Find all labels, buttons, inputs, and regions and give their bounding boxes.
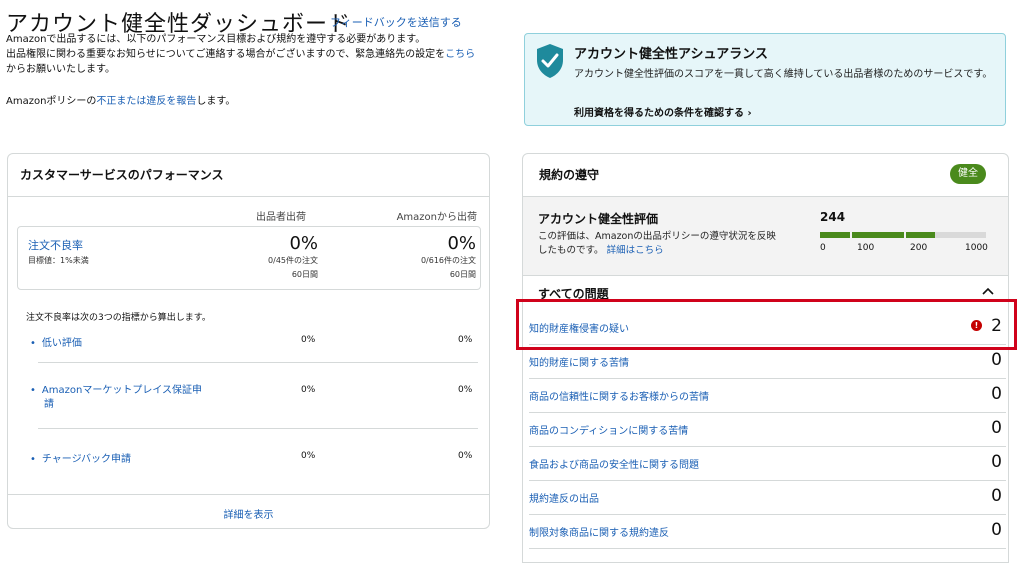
metric-label-line-2: 請 xyxy=(44,399,54,410)
assurance-panel: アカウント健全性アシュアランス アカウント健全性評価のスコアを一貫して高く維持し… xyxy=(524,33,1006,126)
issue-label[interactable]: 知的財産に関する苦情 xyxy=(529,354,629,369)
odr-seller-pct: 0% xyxy=(289,233,318,254)
shield-check-icon xyxy=(537,44,563,78)
odr-link[interactable]: 注文不良率 xyxy=(28,237,83,253)
bar-segment xyxy=(934,232,986,238)
bullet-icon: • xyxy=(30,385,36,396)
odr-seller-block: 0% 0/45件の注文 60日間 xyxy=(218,233,318,282)
issue-count: 0 xyxy=(991,486,1002,506)
bar-segment xyxy=(906,232,932,238)
metric-seller-value: 0% xyxy=(301,335,316,345)
metric-label: チャージバック申請 xyxy=(41,454,132,465)
tick-label: 100 xyxy=(857,243,875,253)
metric-amazon-value: 0% xyxy=(458,385,473,395)
divider xyxy=(38,362,478,363)
issue-label[interactable]: 食品および商品の安全性に関する問題 xyxy=(529,456,699,471)
policy-prefix: Amazonポリシーの xyxy=(6,96,97,107)
metric-label: 低い評価 xyxy=(41,338,82,349)
odr-amazon-block: 0% 0/616件の注文 60日間 xyxy=(376,233,476,282)
eligibility-link[interactable]: 利用資格を得るための条件を確認する › xyxy=(574,104,752,119)
customer-service-card: カスタマーサービスのパフォーマンス 出品者出荷 Amazonから出荷 注文不良率… xyxy=(7,153,490,529)
compliance-card: 規約の遵守 健全 アカウント健全性評価 この評価は、Amazonの出品ポリシーの… xyxy=(522,153,1009,563)
odr-seller-period: 60日間 xyxy=(291,270,318,279)
intro-line-3: からお願いいたします。 xyxy=(6,64,115,75)
eligibility-link-label: 利用資格を得るための条件を確認する xyxy=(574,108,744,119)
odr-amazon-orders: 0/616件の注文 xyxy=(420,256,476,265)
ahr-score-bar xyxy=(820,232,986,238)
issue-count: 0 xyxy=(991,418,1002,438)
chevron-up-icon[interactable] xyxy=(982,287,994,295)
odr-formula-text: 注文不良率は次の3つの指標から算出します。 xyxy=(26,313,211,323)
issue-row[interactable]: 食品および商品の安全性に関する問題 0 xyxy=(529,446,1006,481)
odr-amazon-period: 60日間 xyxy=(449,270,476,279)
ahr-desc-line-2: したものです。 xyxy=(538,245,604,256)
report-violation-link[interactable]: 不正または違反を報告 xyxy=(96,96,196,107)
ahr-desc-line-1: この評価は、Amazonの出品ポリシーの遵守状況を反映 xyxy=(538,231,776,242)
emergency-contact-link[interactable]: こちら xyxy=(445,49,475,60)
issue-count: 0 xyxy=(991,384,1002,404)
divider xyxy=(8,494,489,495)
view-details-link[interactable]: 詳細を表示 xyxy=(224,510,274,521)
metric-amazon-value: 0% xyxy=(458,335,473,345)
divider xyxy=(38,428,478,429)
ahr-details-link[interactable]: 詳細はこちら xyxy=(607,245,664,256)
odr-amazon-pct: 0% xyxy=(447,233,476,254)
ahr-description: この評価は、Amazonの出品ポリシーの遵守状況を反映 したものです。 詳細はこ… xyxy=(538,230,798,258)
policy-suffix: します。 xyxy=(196,96,236,107)
intro-line-2-text: 出品権限に関わる重要なお知らせについてご連絡する場合がございますので、緊急連絡先… xyxy=(6,49,446,60)
issue-label[interactable]: 制限対象商品に関する規約違反 xyxy=(529,524,669,539)
view-details-row: 詳細を表示 xyxy=(8,506,489,521)
metric-label-line-1: Amazonマーケットプレイス保証申 xyxy=(41,385,203,396)
odr-box: 注文不良率 目標値：1%未満 0% 0/45件の注文 60日間 0% 0/616… xyxy=(17,226,481,290)
issue-label[interactable]: 商品のコンディションに関する苦情 xyxy=(529,422,688,437)
account-health-rating-box: アカウント健全性評価 この評価は、Amazonの出品ポリシーの遵守状況を反映 し… xyxy=(523,196,1008,276)
issue-row[interactable]: 規約違反の出品 0 xyxy=(529,480,1006,515)
issue-row[interactable]: 制限対象商品に関する規約違反 0 xyxy=(529,514,1006,549)
assurance-description: アカウント健全性評価のスコアを一貫して高く維持している出品者様のためのサービスで… xyxy=(574,69,993,80)
col-header-seller: 出品者出荷 xyxy=(256,212,306,223)
metric-seller-value: 0% xyxy=(301,451,316,461)
bar-segment xyxy=(820,232,850,238)
odr-seller-orders: 0/45件の注文 xyxy=(268,256,318,265)
odr-target: 目標値：1%未満 xyxy=(28,256,89,265)
issue-row[interactable]: 商品の信頼性に関するお客様からの苦情 0 xyxy=(529,378,1006,413)
intro-text: Amazonで出品するには、以下のパフォーマンス目標および規約を遵守する必要があ… xyxy=(6,32,496,77)
card-header: カスタマーサービスのパフォーマンス xyxy=(8,154,489,197)
feedback-link[interactable]: フィードバックを送信する xyxy=(330,14,462,30)
issue-label[interactable]: 商品の信頼性に関するお客様からの苦情 xyxy=(529,388,709,403)
status-badge: 健全 xyxy=(950,164,986,184)
metric-chargeback-claims[interactable]: • チャージバック申請 xyxy=(30,450,131,465)
chevron-right-icon: › xyxy=(747,108,752,119)
highlight-box xyxy=(516,299,1017,350)
customer-service-title: カスタマーサービスのパフォーマンス xyxy=(20,168,224,182)
policy-line: Amazonポリシーの不正または違反を報告します。 xyxy=(6,92,235,107)
issue-count: 0 xyxy=(991,452,1002,472)
col-header-amazon: Amazonから出荷 xyxy=(396,212,477,223)
issue-count: 0 xyxy=(991,350,1002,370)
compliance-title: 規約の遵守 xyxy=(539,168,600,182)
tick-label: 200 xyxy=(910,243,928,253)
ahr-score: 244 xyxy=(820,210,846,224)
issue-count: 0 xyxy=(991,520,1002,540)
issue-label[interactable]: 規約違反の出品 xyxy=(529,490,599,505)
ahr-title: アカウント健全性評価 xyxy=(538,212,659,226)
issue-row[interactable]: 商品のコンディションに関する苦情 0 xyxy=(529,412,1006,447)
metric-seller-value: 0% xyxy=(301,385,316,395)
bar-score-marker xyxy=(932,232,935,238)
metric-amazon-value: 0% xyxy=(458,451,473,461)
bullet-icon: • xyxy=(30,338,36,349)
bar-segment xyxy=(852,232,904,238)
metric-negative-feedback[interactable]: • 低い評価 xyxy=(30,334,82,349)
intro-line-2: 出品権限に関わる重要なお知らせについてご連絡する場合がございますので、緊急連絡先… xyxy=(6,47,496,62)
assurance-title: アカウント健全性アシュアランス xyxy=(574,47,768,62)
metric-a-to-z-claims[interactable]: • Amazonマーケットプレイス保証申 請 xyxy=(30,384,202,412)
bullet-icon: • xyxy=(30,454,36,465)
tick-label: 0 xyxy=(820,243,826,253)
intro-line-1: Amazonで出品するには、以下のパフォーマンス目標および規約を遵守する必要があ… xyxy=(6,34,426,45)
tick-label: 1000 xyxy=(965,243,988,253)
